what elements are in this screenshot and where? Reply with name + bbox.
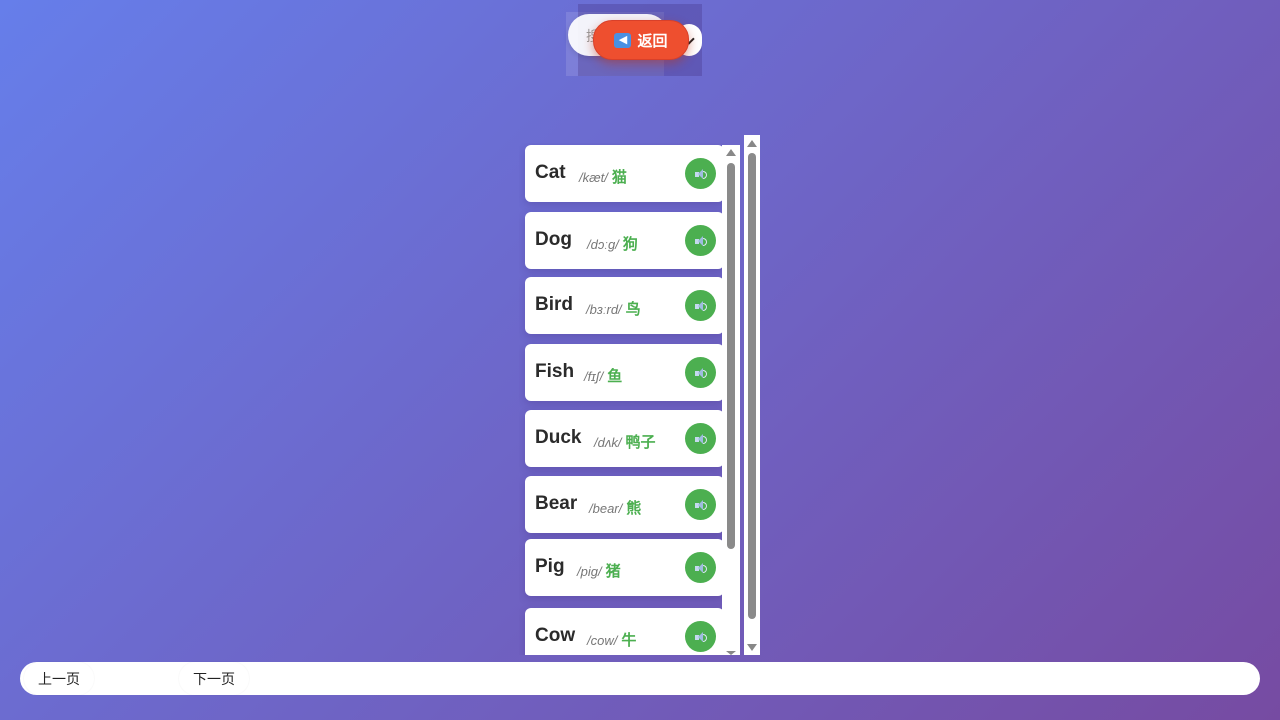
scroll-up-arrow-icon[interactable]: [747, 140, 757, 147]
meaning-text: 狗: [622, 236, 638, 253]
word-meta: /bear/熊: [589, 497, 641, 518]
phonetic-text: /pig/: [577, 564, 602, 579]
speaker-icon: [694, 433, 707, 444]
scroll-down-arrow-icon[interactable]: [747, 644, 757, 651]
word-text: Dog: [535, 229, 572, 250]
phonetic-text: /cow/: [587, 633, 618, 648]
scrollbar-thumb[interactable]: [727, 163, 735, 549]
word-meta: /cow/牛: [587, 629, 636, 650]
phonetic-text: /bear/: [589, 501, 623, 516]
scrollbar-thumb[interactable]: [748, 153, 756, 619]
speaker-icon: [694, 562, 707, 573]
word-meta: /fɪʃ/鱼: [584, 365, 622, 386]
meaning-text: 鱼: [607, 368, 623, 385]
prev-page-button[interactable]: 上一页: [24, 662, 94, 695]
speaker-icon: [694, 367, 707, 378]
scroll-up-arrow-icon[interactable]: [726, 149, 736, 156]
word-text: Duck: [535, 427, 582, 448]
speak-button[interactable]: [685, 225, 716, 256]
phonetic-text: /dɔːg/: [587, 237, 619, 252]
prev-page-label: 上一页: [38, 670, 80, 687]
word-meta: /dɔːg/狗: [587, 233, 638, 254]
speak-button[interactable]: [685, 489, 716, 520]
pagination-bar: 上一页 下一页: [20, 662, 1260, 695]
word-text: Cow: [535, 625, 576, 646]
back-button[interactable]: ◀ 返回: [593, 20, 689, 60]
word-meta: /dʌk/鸭子: [594, 431, 655, 452]
next-page-button[interactable]: 下一页: [179, 662, 249, 695]
word-card[interactable]: Cow/cow/牛: [525, 608, 724, 655]
meaning-text: 猫: [611, 169, 627, 186]
scroll-down-arrow-icon[interactable]: [726, 651, 736, 655]
left-arrow-icon: ◀: [614, 32, 632, 48]
word-card[interactable]: Pig/pig/猪: [525, 539, 724, 596]
speaker-icon: [694, 499, 707, 510]
speaker-icon: [694, 235, 707, 246]
word-meta: /kæt/猫: [579, 166, 627, 187]
speak-button[interactable]: [685, 552, 716, 583]
word-text: Pig: [535, 556, 565, 577]
word-meta: /pig/猪: [577, 560, 621, 581]
back-button-label: 返回: [637, 32, 668, 50]
top-toolbar: 搜索单词 ◀ 返回: [566, 4, 706, 76]
word-card[interactable]: Dog/dɔːg/狗: [525, 212, 724, 269]
next-page-label: 下一页: [193, 670, 235, 687]
phonetic-text: /fɪʃ/: [584, 369, 604, 384]
meaning-text: 牛: [621, 632, 637, 649]
speaker-icon: [694, 300, 707, 311]
word-text: Bear: [535, 493, 578, 514]
meaning-text: 熊: [626, 500, 642, 517]
speaker-icon: [694, 168, 707, 179]
word-text: Cat: [535, 162, 566, 183]
word-card[interactable]: Bear/bear/熊: [525, 476, 724, 533]
meaning-text: 鸭子: [625, 434, 656, 451]
speak-button[interactable]: [685, 158, 716, 189]
phonetic-text: /kæt/: [579, 170, 608, 185]
speaker-icon: [694, 631, 707, 642]
word-card[interactable]: Fish/fɪʃ/鱼: [525, 344, 724, 401]
speak-button[interactable]: [685, 290, 716, 321]
word-list-scrollbar[interactable]: [722, 145, 740, 655]
word-list[interactable]: Cat/kæt/猫 Dog/dɔːg/狗 Bird/bɜːrd/鸟 Fish/fɪʃ/…: [519, 143, 741, 655]
phonetic-text: /bɜːrd/: [586, 302, 622, 317]
speak-button[interactable]: [685, 357, 716, 388]
meaning-text: 猪: [605, 563, 621, 580]
speak-button[interactable]: [685, 423, 716, 454]
speak-button[interactable]: [685, 621, 716, 652]
word-text: Bird: [535, 294, 573, 315]
word-card[interactable]: Duck/dʌk/鸭子: [525, 410, 724, 467]
word-text: Fish: [535, 361, 575, 382]
word-meta: /bɜːrd/鸟: [586, 298, 641, 319]
meaning-text: 鸟: [625, 301, 641, 318]
phonetic-text: /dʌk/: [594, 435, 622, 450]
word-card[interactable]: Bird/bɜːrd/鸟: [525, 277, 724, 334]
page-scrollbar[interactable]: [744, 135, 760, 655]
word-card[interactable]: Cat/kæt/猫: [525, 145, 724, 202]
